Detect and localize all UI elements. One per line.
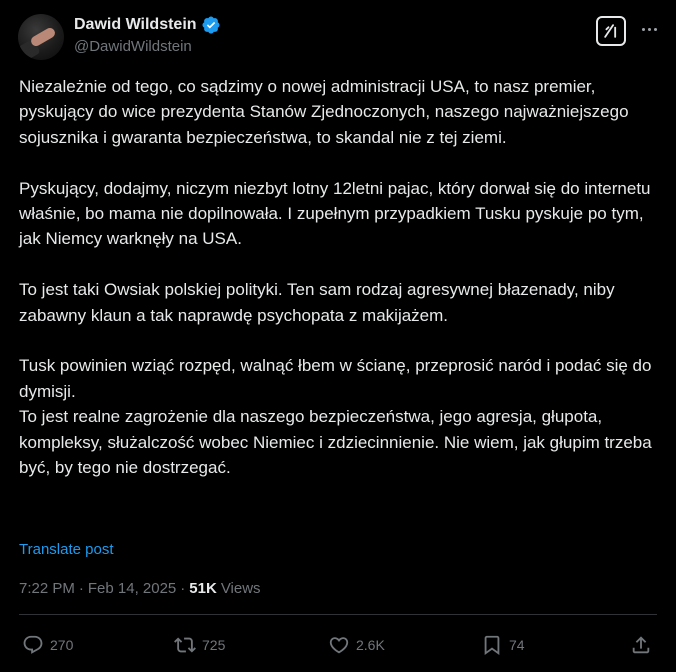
post-meta: 7:22 PM · Feb 14, 2025 · 51K Views [19, 580, 261, 597]
post-date[interactable]: Feb 14, 2025 [88, 580, 176, 597]
bookmark-count: 74 [509, 637, 525, 653]
verified-badge-icon [201, 15, 221, 35]
share-icon [632, 636, 650, 654]
author-display-name[interactable]: Dawid Wildstein [74, 16, 197, 34]
repost-count: 725 [202, 637, 226, 653]
share-button[interactable] [630, 632, 652, 658]
author-name-row: Dawid Wildstein [74, 15, 221, 35]
meta-separator: · [78, 580, 84, 597]
avatar-hand [29, 26, 57, 48]
reply-icon [23, 635, 43, 654]
grok-icon[interactable] [596, 16, 626, 46]
translate-post-link[interactable]: Translate post [19, 541, 114, 558]
views-count[interactable]: 51K [189, 580, 217, 597]
heart-icon [329, 637, 349, 654]
reply-count: 270 [50, 637, 74, 653]
post-card: Dawid Wildstein @DawidWildstein Niezależ… [0, 0, 676, 672]
post-time[interactable]: 7:22 PM [19, 580, 75, 597]
meta-separator: · [180, 580, 186, 597]
post-paragraph: Tusk powinien wziąć rozpęd, walnąć łbem … [19, 356, 652, 478]
post-text: Niezależnie od tego, co sądzimy o nowej … [19, 74, 669, 480]
like-button[interactable]: 2.6K [328, 632, 385, 658]
repost-button[interactable]: 725 [174, 632, 225, 658]
author-handle[interactable]: @DawidWildstein [74, 38, 192, 55]
post-paragraph: Niezależnie od tego, co sądzimy o nowej … [19, 77, 629, 147]
repost-icon [174, 637, 196, 653]
bookmark-icon [484, 635, 500, 656]
reply-button[interactable]: 270 [22, 632, 73, 658]
more-dots-icon[interactable] [638, 18, 660, 40]
views-label: Views [220, 580, 261, 597]
post-paragraph: To jest taki Owsiak polskiej polityki. T… [19, 280, 615, 325]
bookmark-button[interactable]: 74 [481, 632, 525, 658]
divider [19, 614, 657, 615]
like-count: 2.6K [356, 637, 385, 653]
post-paragraph: Pyskujący, dodajmy, niczym niezbyt lotny… [19, 178, 651, 249]
avatar[interactable] [18, 14, 64, 60]
